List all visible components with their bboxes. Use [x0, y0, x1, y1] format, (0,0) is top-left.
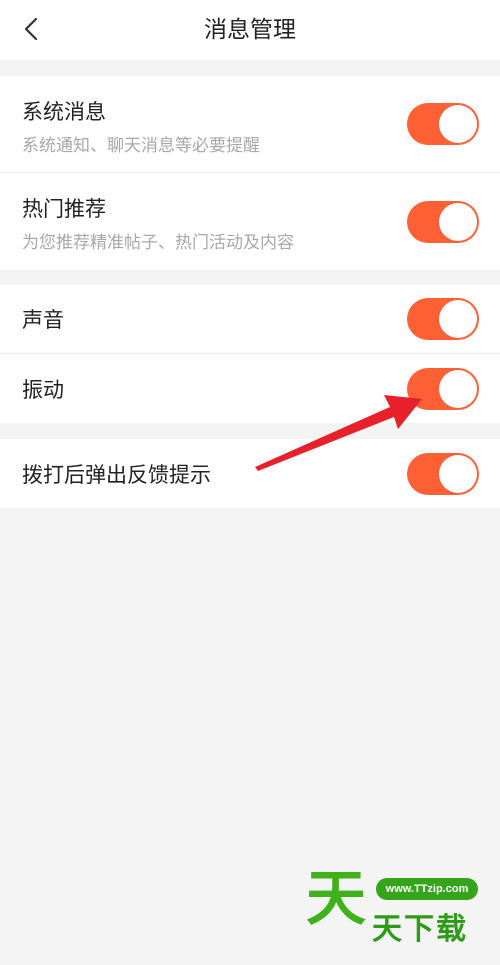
call-feedback-toggle[interactable] [407, 452, 479, 495]
setting-subtitle: 为您推荐精准帖子、热门活动及内容 [22, 233, 294, 253]
setting-title: 系统消息 [22, 100, 106, 124]
setting-title: 声音 [22, 308, 64, 332]
watermark-logo: 天 www.TTzip.com 天下载 [300, 864, 490, 948]
header-bar: 消息管理 [0, 0, 500, 60]
sound-toggle[interactable] [407, 298, 479, 340]
watermark-url: www.TTzip.com [376, 878, 478, 900]
setting-row-system-messages: 系统消息 系统通知、聊天消息等必要提醒 [0, 76, 500, 173]
setting-row-sound: 声音 [0, 285, 500, 354]
setting-title: 热门推荐 [22, 197, 106, 221]
setting-row-hot-recommend: 热门推荐 为您推荐精准帖子、热门活动及内容 [0, 173, 500, 270]
setting-row-call-feedback: 拨打后弹出反馈提示 [0, 439, 500, 508]
setting-subtitle: 系统通知、聊天消息等必要提醒 [22, 136, 260, 156]
system-messages-toggle[interactable] [407, 103, 479, 145]
vibration-toggle[interactable] [407, 367, 479, 410]
toggle-knob [439, 105, 477, 143]
toggle-knob [439, 454, 477, 493]
toggle-knob [439, 369, 477, 408]
setting-title: 振动 [22, 377, 64, 402]
toggle-knob [439, 300, 477, 338]
alert-style-group: 声音 振动 [0, 285, 500, 423]
watermark-text: 天下载 [372, 912, 468, 947]
page-title: 消息管理 [204, 17, 296, 43]
setting-title: 拨打后弹出反馈提示 [22, 462, 211, 487]
call-feedback-group: 拨打后弹出反馈提示 [0, 439, 500, 508]
watermark-big-char: 天 [306, 864, 366, 934]
message-settings-screen: 消息管理 系统消息 系统通知、聊天消息等必要提醒 热门推荐 为您推荐精准帖子、热… [0, 0, 500, 965]
hot-recommend-toggle[interactable] [407, 200, 479, 243]
notification-group: 系统消息 系统通知、聊天消息等必要提醒 热门推荐 为您推荐精准帖子、热门活动及内… [0, 76, 500, 270]
setting-row-vibration: 振动 [0, 354, 500, 423]
toggle-knob [439, 202, 477, 241]
